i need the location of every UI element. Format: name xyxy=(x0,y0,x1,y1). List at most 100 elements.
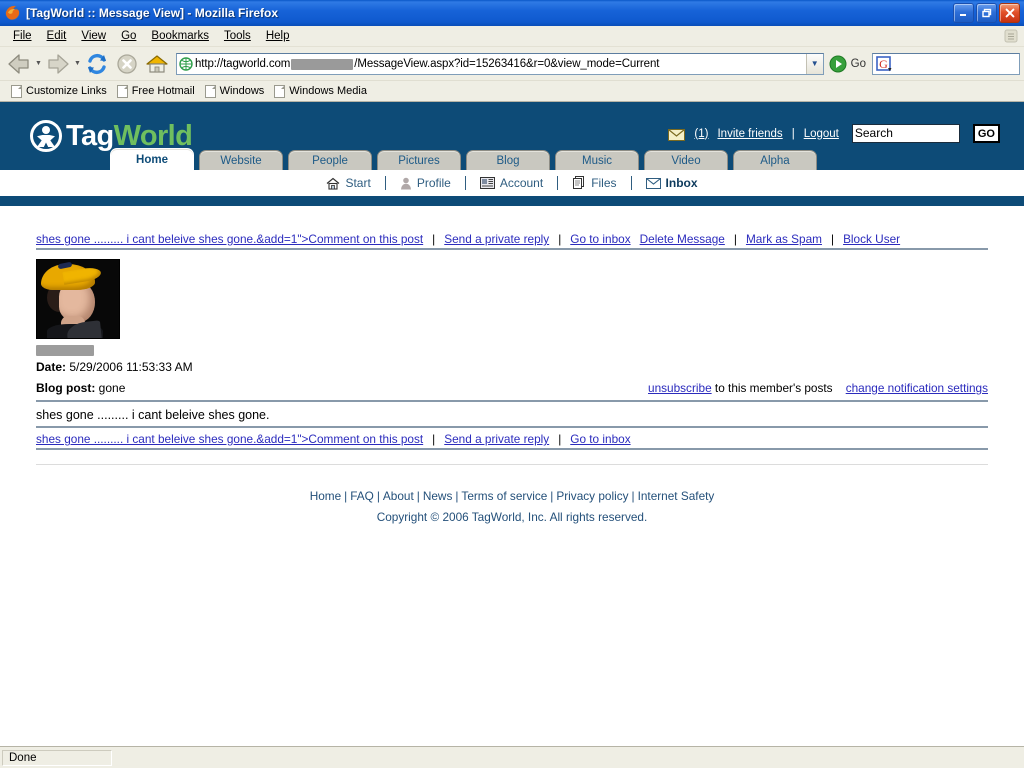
bookmark-label: Free Hotmail xyxy=(131,85,195,97)
footer-link-news[interactable]: News xyxy=(423,489,453,503)
send-private-reply-link-bottom[interactable]: Send a private reply xyxy=(444,432,549,446)
link-separator: | xyxy=(830,232,835,246)
browser-search-input[interactable]: G xyxy=(872,52,1020,75)
bookmarks-toolbar: Customize Links Free Hotmail Windows Win… xyxy=(0,81,1024,102)
mail-count-link[interactable]: (1) xyxy=(694,128,708,140)
subnav-item-inbox[interactable]: Inbox xyxy=(632,176,712,190)
subnav-item-files[interactable]: Files xyxy=(558,176,630,190)
page-icon xyxy=(11,84,22,98)
site-search-input[interactable]: Search xyxy=(851,124,960,143)
footer-link-privacy[interactable]: Privacy policy xyxy=(556,489,628,503)
subnav-item-start[interactable]: Start xyxy=(312,176,384,190)
restore-button[interactable] xyxy=(976,2,997,23)
comment-on-post-link-bottom[interactable]: shes gone ......... i cant beleive shes … xyxy=(36,432,423,446)
menu-file-label: File xyxy=(13,30,32,42)
tab-video[interactable]: Video xyxy=(644,150,728,170)
status-text: Done xyxy=(2,749,112,766)
tab-blog[interactable]: Blog xyxy=(466,150,550,170)
logout-link[interactable]: Logout xyxy=(804,128,839,140)
link-separator: | xyxy=(558,232,562,246)
site-search-go-button[interactable]: GO xyxy=(972,124,1000,143)
subnav-label: Account xyxy=(499,176,544,190)
title-bar: [TagWorld :: Message View] - Mozilla Fir… xyxy=(0,0,1024,26)
address-bar[interactable]: http://tagworld.com/MessageView.aspx?id=… xyxy=(176,52,824,75)
go-button[interactable]: Go xyxy=(827,55,872,73)
card-icon xyxy=(479,177,495,189)
copyright-text: Copyright © 2006 TagWorld, Inc. All righ… xyxy=(376,510,648,524)
back-dropdown-icon[interactable]: ▼ xyxy=(34,50,43,78)
footer-link-terms[interactable]: Terms of service xyxy=(461,489,547,503)
blog-post-row: Blog post: gone unsubscribe to this memb… xyxy=(36,377,988,395)
bookmark-customize-links[interactable]: Customize Links xyxy=(8,84,114,98)
bookmark-windows-media[interactable]: Windows Media xyxy=(271,84,374,98)
reload-icon[interactable] xyxy=(82,50,112,78)
blog-post-label: Blog post: xyxy=(36,381,96,395)
site-header: TagWorld (1) Invite friends | Logout Sea… xyxy=(0,102,1024,170)
tab-website[interactable]: Website xyxy=(199,150,283,170)
footer-link-internet-safety[interactable]: Internet Safety xyxy=(638,489,715,503)
navigation-toolbar: ▼ ▼ http://tagworld.com /MessageView.asp… xyxy=(0,47,1024,81)
svg-text:G: G xyxy=(879,57,888,71)
tab-home[interactable]: Home xyxy=(110,148,194,170)
person-icon xyxy=(400,177,411,189)
tab-people[interactable]: People xyxy=(288,150,372,170)
delete-message-link[interactable]: Delete Message xyxy=(640,232,725,246)
logo-tag: Tag xyxy=(66,119,114,152)
menu-view[interactable]: View xyxy=(74,28,114,44)
forward-icon[interactable] xyxy=(43,50,73,78)
message-action-links-top: shes gone ......... i cant beleive shes … xyxy=(36,206,988,250)
unsubscribe-link[interactable]: unsubscribe xyxy=(648,381,712,395)
go-arrow-icon xyxy=(829,55,847,72)
subnav-item-profile[interactable]: Profile xyxy=(386,176,465,190)
link-separator: | xyxy=(558,432,562,446)
subnav-item-account[interactable]: Account xyxy=(466,176,557,190)
stop-icon[interactable] xyxy=(112,50,142,78)
tab-pictures[interactable]: Pictures xyxy=(377,150,461,170)
bookmark-label: Windows Media xyxy=(289,85,367,97)
window-controls xyxy=(953,2,1022,23)
minimize-button[interactable] xyxy=(953,2,974,23)
tab-alpha[interactable]: Alpha xyxy=(733,150,817,170)
back-icon[interactable] xyxy=(4,50,34,78)
bookmark-windows[interactable]: Windows xyxy=(202,84,272,98)
send-private-reply-link[interactable]: Send a private reply xyxy=(444,232,549,246)
menu-tools[interactable]: Tools xyxy=(217,28,259,44)
footer-link-faq[interactable]: FAQ xyxy=(350,489,374,503)
address-dropdown-icon[interactable]: ▼ xyxy=(805,53,823,74)
footer-separator: | xyxy=(416,489,420,503)
menu-go-label: Go xyxy=(121,30,137,42)
comment-on-post-link[interactable]: shes gone ......... i cant beleive shes … xyxy=(36,232,423,246)
invite-friends-link[interactable]: Invite friends xyxy=(717,128,782,140)
menu-bookmarks[interactable]: Bookmarks xyxy=(144,28,217,44)
footer-separator: | xyxy=(550,489,554,503)
go-to-inbox-link-bottom[interactable]: Go to inbox xyxy=(570,432,630,446)
mail-envelope-icon[interactable] xyxy=(668,128,686,141)
footer-separator: | xyxy=(631,489,635,503)
menu-file[interactable]: File xyxy=(6,28,40,44)
menu-go[interactable]: Go xyxy=(114,28,144,44)
close-button[interactable] xyxy=(999,2,1020,23)
forward-dropdown-icon[interactable]: ▼ xyxy=(73,50,82,78)
toolbar-grip-icon xyxy=(1004,29,1018,43)
tab-label: Music xyxy=(581,154,613,167)
url-redaction xyxy=(291,59,354,70)
bookmark-label: Windows xyxy=(219,85,265,97)
menu-help[interactable]: Help xyxy=(259,28,298,44)
footer-link-home[interactable]: Home xyxy=(310,489,341,503)
tab-label: Blog xyxy=(496,154,520,167)
change-notification-settings-link[interactable]: change notification settings xyxy=(846,381,988,395)
mark-as-spam-link[interactable]: Mark as Spam xyxy=(746,232,822,246)
block-user-link[interactable]: Block User xyxy=(843,232,900,246)
go-to-inbox-link[interactable]: Go to inbox xyxy=(570,232,630,246)
bookmark-free-hotmail[interactable]: Free Hotmail xyxy=(114,84,202,98)
site-footer: Home | FAQ | About | News | Terms of service | Pri… xyxy=(36,465,988,524)
footer-link-about[interactable]: About xyxy=(383,489,414,503)
menu-edit[interactable]: Edit xyxy=(40,28,75,44)
subscription-links: unsubscribe to this member's posts chang… xyxy=(648,381,988,395)
unsubscribe-text: to this member's posts xyxy=(714,381,833,395)
footer-separator: | xyxy=(376,489,380,503)
avatar[interactable] xyxy=(36,259,120,339)
home-icon[interactable] xyxy=(142,50,172,78)
window-title: [TagWorld :: Message View] - Mozilla Fir… xyxy=(26,5,279,20)
tab-music[interactable]: Music xyxy=(555,150,639,170)
